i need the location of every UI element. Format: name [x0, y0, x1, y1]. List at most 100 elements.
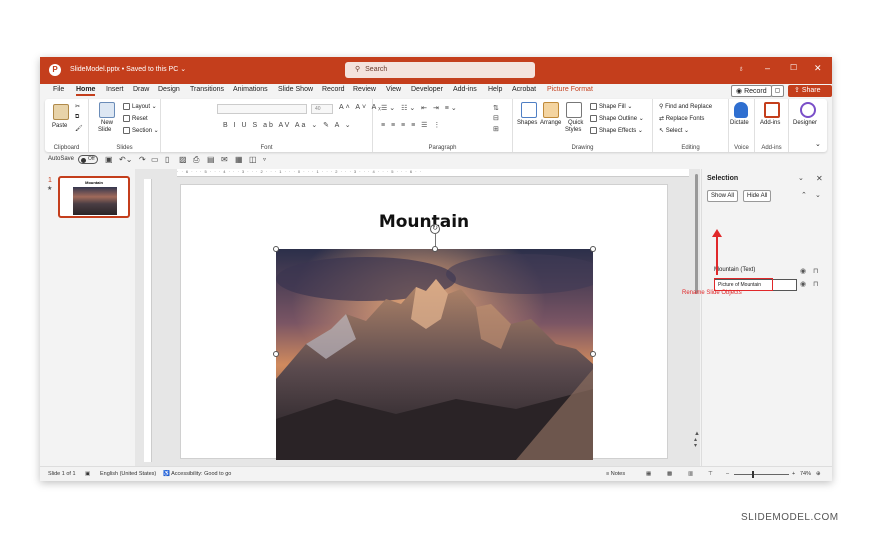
search-input[interactable]: ⚲ Search [345, 62, 535, 78]
slide-thumbnail[interactable]: Mountain [58, 176, 130, 218]
layout-button[interactable]: Layout ⌄ [123, 103, 157, 110]
zoom-in-icon[interactable]: + [792, 471, 795, 477]
replace-fonts-button[interactable]: ⇄ Replace Fonts [659, 115, 704, 122]
autosave-toggle[interactable]: Off [78, 155, 98, 164]
share-button[interactable]: ⇪ Share ⌄ [788, 85, 832, 102]
zoom-slider[interactable] [734, 474, 789, 475]
lock-icon[interactable]: ⊓ [813, 267, 818, 275]
quick-styles-button[interactable]: Quick [568, 120, 583, 126]
shapes-icon[interactable] [521, 102, 537, 118]
language[interactable]: English (United States) [100, 471, 156, 477]
microphone-icon[interactable] [734, 102, 748, 118]
normal-view-icon[interactable]: ▦ [646, 471, 651, 477]
slide-title[interactable]: Mountain [181, 212, 667, 232]
save-icon[interactable]: ▣ [105, 155, 113, 164]
tab-record[interactable]: Record [322, 86, 345, 93]
cut-icon[interactable]: ✂ [75, 103, 80, 110]
resize-handle[interactable] [432, 246, 438, 252]
paste-icon[interactable] [53, 104, 69, 120]
resize-handle[interactable] [590, 246, 596, 252]
tab-view[interactable]: View [386, 86, 401, 93]
accessibility-status[interactable]: ♿ Accessibility: Good to go [163, 471, 231, 477]
ribbon-collapse-icon[interactable]: ⌄ [815, 140, 821, 148]
tab-draw[interactable]: Draw [133, 86, 149, 93]
eye-icon[interactable]: ◉ [800, 280, 806, 288]
new-file-icon[interactable]: ▯ [165, 155, 169, 164]
quick-styles-icon[interactable] [566, 102, 582, 118]
font-format-icons[interactable]: B I U S ab AV Aa ⌄ ✎ A ⌄ [223, 121, 353, 129]
record-button[interactable]: ◉ Record [731, 85, 772, 97]
tab-acrobat[interactable]: Acrobat [512, 86, 536, 93]
minimize-icon[interactable]: – [765, 63, 770, 73]
resize-handle[interactable] [590, 351, 596, 357]
show-all-button[interactable]: Show All [707, 190, 739, 202]
reading-view-icon[interactable]: ▥ [688, 471, 693, 477]
send-backward-icon[interactable]: ⌄ [815, 191, 821, 199]
notes-button[interactable]: ≡ Notes [606, 471, 625, 477]
email-icon[interactable]: ✉ [221, 155, 228, 164]
maximize-icon[interactable]: ☐ [790, 63, 797, 72]
align-text-icon[interactable]: ⊟ [493, 114, 501, 122]
tab-add-ins[interactable]: Add-ins [453, 86, 477, 93]
insert-picture-icon[interactable]: ▨ [179, 155, 187, 164]
section-button[interactable]: Section ⌄ [123, 127, 159, 134]
format-painter-icon[interactable]: 🖌 [75, 125, 83, 132]
tab-help[interactable]: Help [488, 86, 502, 93]
tab-transitions[interactable]: Transitions [190, 86, 224, 93]
select-button[interactable]: ↖ Select ⌄ [659, 127, 689, 134]
tab-home[interactable]: Home [76, 86, 96, 96]
scroll-arrows-icon[interactable]: ▲ ▴ ▾ [694, 431, 700, 449]
alignment-icons[interactable]: ≡ ≡ ≡ ≡ ☰ ⋮ [381, 121, 442, 129]
zoom-level[interactable]: 74% [800, 471, 811, 477]
print-icon[interactable]: ⎙ [193, 155, 199, 165]
fit-to-window-icon[interactable]: ⊕ [816, 471, 821, 477]
close-icon[interactable]: ✕ [814, 63, 822, 74]
reset-button[interactable]: Reset [123, 115, 148, 122]
eye-icon[interactable]: ◉ [800, 267, 806, 275]
dictate-button[interactable]: Dictate [730, 120, 749, 126]
text-direction-icon[interactable]: ⇅ [493, 104, 501, 112]
open-icon[interactable]: ▭ [151, 155, 159, 164]
arrange-button[interactable]: Arrange [540, 120, 561, 126]
hide-all-button[interactable]: Hide All [743, 190, 772, 202]
find-replace-button[interactable]: ⚲ Find and Replace [659, 103, 712, 110]
tab-file[interactable]: File [53, 86, 64, 93]
chevron-down-icon[interactable]: ⌄ [798, 174, 804, 182]
tab-picture-format[interactable]: Picture Format [547, 86, 593, 93]
resize-handle[interactable] [273, 351, 279, 357]
lightbulb-icon[interactable]: ♁ [738, 64, 744, 73]
mountain-picture[interactable] [276, 249, 593, 460]
touch-mode-icon[interactable]: ◫ [249, 155, 257, 164]
shape-fill-button[interactable]: Shape Fill ⌄ [590, 103, 632, 110]
shapes-button[interactable]: Shapes [517, 120, 537, 126]
slide-canvas[interactable]: Mountain ↻ [180, 184, 668, 460]
designer-button[interactable]: Designer [793, 120, 817, 126]
font-size-dropdown[interactable]: 40 [311, 104, 333, 114]
designer-icon[interactable] [800, 102, 816, 118]
bring-forward-icon[interactable]: ⌃ [801, 191, 807, 199]
quick-styles-button-line2[interactable]: Styles [565, 127, 581, 133]
tab-design[interactable]: Design [158, 86, 180, 93]
from-beginning-icon[interactable]: ▤ [207, 155, 215, 164]
spell-check-icon[interactable]: ▣ [85, 471, 90, 477]
shape-effects-button[interactable]: Shape Effects ⌄ [590, 127, 643, 134]
close-icon[interactable]: ✕ [816, 174, 823, 183]
slideshow-icon[interactable]: ▦ [235, 155, 243, 164]
tab-developer[interactable]: Developer [411, 86, 443, 93]
new-slide-icon[interactable] [99, 102, 115, 118]
zoom-out-icon[interactable]: – [726, 471, 729, 477]
arrange-icon[interactable] [543, 102, 559, 118]
copy-icon[interactable]: ⧉ [75, 114, 79, 121]
new-slide-button-line2[interactable]: Slide [98, 127, 111, 133]
resize-handle[interactable] [273, 246, 279, 252]
document-title[interactable]: SlideModel.pptx • Saved to this PC ⌄ [70, 65, 186, 73]
vertical-scrollbar[interactable]: ▲ ▴ ▾ [694, 169, 700, 466]
paste-button[interactable]: Paste [52, 123, 67, 129]
add-ins-button[interactable]: Add-ins [760, 120, 780, 126]
lock-icon[interactable]: ⊓ [813, 280, 818, 288]
list-indent-icons[interactable]: ☰⌄ ☷⌄ ⇤ ⇥ ≡⌄ [381, 104, 459, 112]
tab-slide-show[interactable]: Slide Show [278, 86, 313, 93]
selection-item[interactable]: Mountain (Text) ◉ ⊓ [714, 267, 826, 278]
add-ins-icon[interactable] [764, 102, 780, 118]
slide-sorter-icon[interactable]: ▩ [667, 471, 672, 477]
